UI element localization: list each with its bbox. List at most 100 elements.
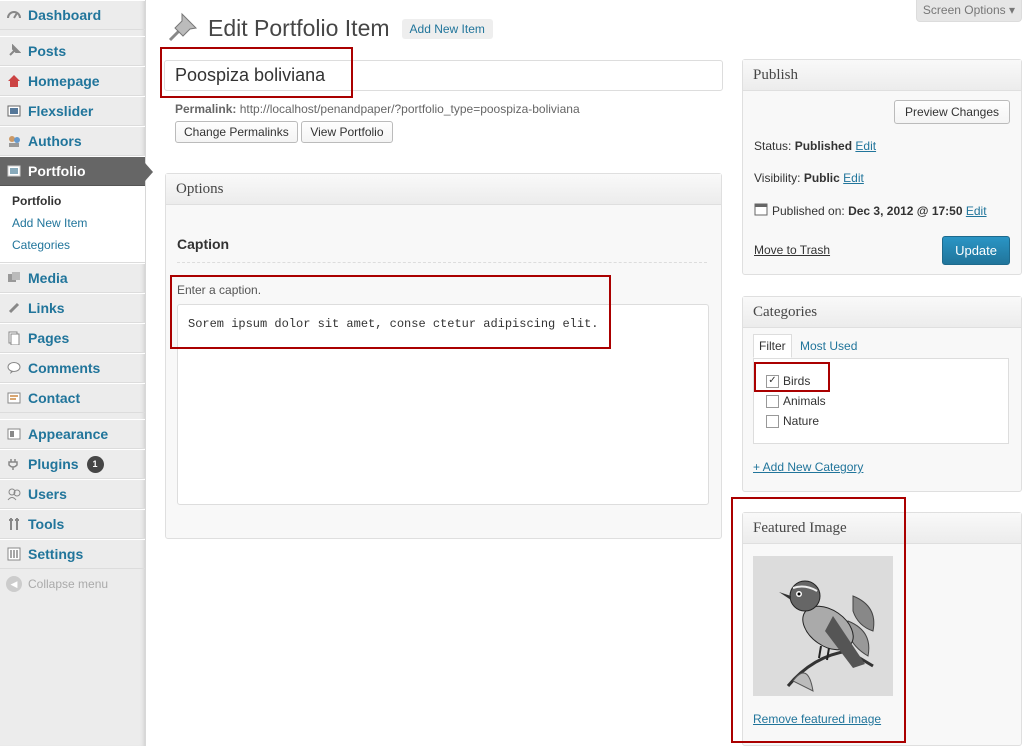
comments-icon (6, 360, 22, 376)
sidebar-item-appearance[interactable]: Appearance (0, 419, 145, 449)
tab-filter[interactable]: Filter (753, 334, 792, 358)
sidebar-item-authors[interactable]: Authors (0, 126, 145, 156)
add-new-item-button[interactable]: Add New Item (401, 18, 493, 39)
checkbox[interactable] (766, 394, 779, 408)
sidebar-item-tools[interactable]: Tools (0, 509, 145, 539)
sidebar-item-flexslider[interactable]: Flexslider (0, 96, 145, 126)
change-permalinks-button[interactable]: Change Permalinks (175, 121, 298, 143)
permalink-label: Permalink: (175, 102, 237, 116)
sidebar-item-plugins[interactable]: Plugins 1 (0, 449, 145, 479)
settings-icon (6, 546, 22, 562)
submenu-portfolio[interactable]: Portfolio (12, 190, 145, 212)
caption-textarea[interactable]: Sorem ipsum dolor sit amet, conse ctetur… (177, 304, 709, 505)
sidebar-item-media[interactable]: Media (0, 263, 145, 293)
remove-featured-image-link[interactable]: Remove featured image (753, 712, 881, 726)
featured-image-box: Featured Image Remove featured image (742, 512, 1022, 746)
tab-most-used[interactable]: Most Used (795, 335, 862, 357)
permalink: Permalink: http://localhost/penandpaper/… (175, 102, 580, 116)
category-label: Animals (783, 394, 826, 408)
visibility-row: Visibility: Public Edit (754, 171, 864, 185)
status-row: Status: Published Edit (754, 139, 876, 153)
edit-visibility-link[interactable]: Edit (843, 171, 864, 185)
categories-heading[interactable]: Categories (743, 297, 1021, 328)
plugins-icon (6, 456, 22, 472)
visibility-value: Public (803, 171, 840, 185)
main-content: Edit Portfolio Item Add New Item Screen … (146, 0, 1030, 746)
category-list: ✓ Birds Animals Nature (753, 358, 1009, 444)
divider (177, 262, 707, 263)
sidebar-item-contact[interactable]: Contact (0, 383, 145, 413)
category-item-animals[interactable]: Animals (766, 391, 1008, 411)
links-icon (6, 300, 22, 316)
home-icon (6, 73, 22, 89)
collapse-menu-label: Collapse menu (28, 577, 109, 591)
sidebar-item-label: Media (28, 270, 68, 286)
post-title-input[interactable]: Poospiza boliviana (164, 60, 723, 91)
sidebar-item-homepage[interactable]: Homepage (0, 66, 145, 96)
sidebar-item-portfolio[interactable]: Portfolio (0, 156, 153, 186)
screen-options-label: Screen Options (922, 3, 1006, 17)
permalink-buttons: Change Permalinks View Portfolio (175, 121, 393, 143)
add-new-category-link[interactable]: + Add New Category (753, 460, 863, 474)
authors-icon (6, 133, 22, 149)
sidebar-item-label: Flexslider (28, 103, 94, 119)
admin-sidebar: Dashboard Posts Homepage Flexslider Auth… (0, 0, 153, 746)
edit-status-link[interactable]: Edit (855, 139, 876, 153)
move-to-trash-link[interactable]: Move to Trash (754, 243, 830, 257)
sidebar-item-label: Comments (28, 360, 101, 376)
sidebar-item-dashboard[interactable]: Dashboard (0, 0, 145, 30)
sidebar-item-label: Contact (28, 390, 81, 406)
checkbox-checked[interactable]: ✓ (766, 374, 779, 388)
submenu-add-new-item[interactable]: Add New Item (12, 212, 145, 234)
caption-label: Enter a caption. (177, 283, 262, 297)
plugins-update-badge: 1 (86, 455, 104, 473)
sidebar-item-posts[interactable]: Posts (0, 36, 145, 66)
sidebar-item-links[interactable]: Links (0, 293, 145, 323)
category-item-nature[interactable]: Nature (766, 411, 1008, 431)
sidebar-item-pages[interactable]: Pages (0, 323, 145, 353)
sidebar-item-label: Portfolio (28, 163, 86, 179)
sidebar-item-label: Posts (28, 43, 67, 59)
sidebar-item-label: Settings (28, 546, 84, 562)
category-label: Birds (783, 374, 811, 388)
featured-image-bird[interactable] (753, 556, 893, 696)
submenu-categories[interactable]: Categories (12, 234, 145, 256)
view-portfolio-button[interactable]: View Portfolio (301, 121, 393, 143)
edit-date-link[interactable]: Edit (966, 204, 987, 218)
sidebar-item-label: Homepage (28, 73, 100, 89)
options-box: Options Caption Enter a caption. Sorem i… (165, 173, 722, 539)
checkbox[interactable] (766, 414, 779, 428)
pushpin-icon (6, 43, 22, 59)
media-icon (6, 270, 22, 286)
featured-image-heading[interactable]: Featured Image (743, 513, 1021, 544)
sidebar-item-label: Appearance (28, 426, 109, 442)
category-item-birds[interactable]: ✓ Birds (766, 371, 1008, 391)
screen-options-button[interactable]: Screen Options ▾ (915, 0, 1022, 22)
page-title: Edit Portfolio Item (208, 15, 390, 41)
slider-icon (6, 103, 22, 119)
users-icon (6, 486, 22, 502)
categories-box: Categories Filter Most Used ✓ Birds Anima… (742, 296, 1022, 492)
portfolio-icon (6, 163, 22, 179)
contact-icon (6, 390, 22, 406)
sidebar-item-comments[interactable]: Comments (0, 353, 145, 383)
update-button[interactable]: Update (942, 236, 1010, 265)
title-row: Edit Portfolio Item Add New Item (166, 10, 493, 47)
appearance-icon (6, 426, 22, 442)
sidebar-item-label: Tools (28, 516, 65, 532)
sidebar-item-label: Authors (28, 133, 82, 149)
portfolio-submenu: Portfolio Add New Item Categories (0, 186, 145, 263)
dashboard-icon (6, 7, 22, 23)
status-label: Status: (754, 139, 792, 153)
sidebar-item-settings[interactable]: Settings (0, 539, 145, 569)
collapse-menu[interactable]: ◀ Collapse menu (0, 569, 145, 599)
options-heading[interactable]: Options (166, 174, 721, 205)
sidebar-item-label: Links (28, 300, 65, 316)
collapse-arrow-icon: ◀ (6, 576, 22, 592)
publish-heading[interactable]: Publish (743, 60, 1021, 91)
publish-box: Publish Preview Changes Status: Publishe… (742, 59, 1022, 275)
published-label: Published on: (772, 203, 845, 218)
preview-changes-button[interactable]: Preview Changes (893, 100, 1010, 124)
sidebar-item-users[interactable]: Users (0, 479, 145, 509)
published-value: Dec 3, 2012 @ 17:50 (848, 203, 963, 218)
